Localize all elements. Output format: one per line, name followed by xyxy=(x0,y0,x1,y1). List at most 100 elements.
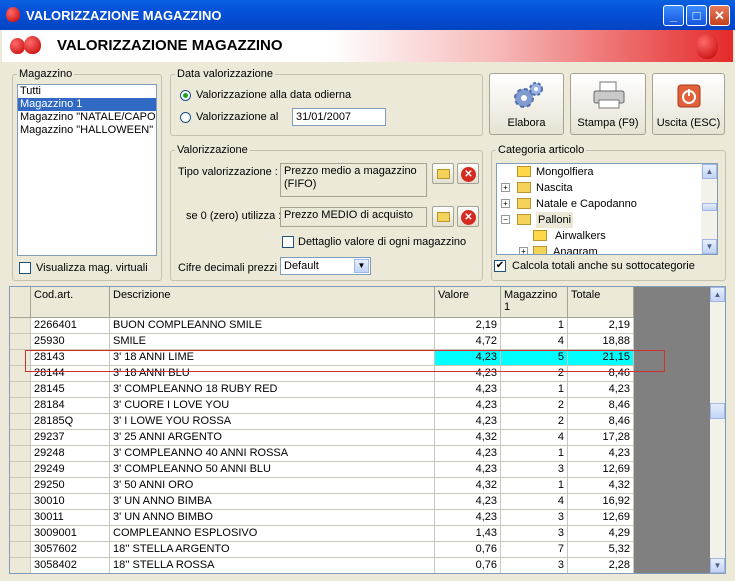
scroll-up-icon[interactable]: ▲ xyxy=(710,287,725,302)
row-indicator[interactable] xyxy=(10,414,31,430)
row-indicator[interactable] xyxy=(10,510,31,526)
row-indicator[interactable] xyxy=(10,398,31,414)
cell-desc: BUON COMPLEANNO SMILE xyxy=(110,318,435,334)
list-item[interactable]: Magazzino 1 xyxy=(18,98,156,111)
cell-totale: 17,28 xyxy=(568,430,634,446)
expand-icon[interactable]: + xyxy=(519,247,528,254)
scroll-thumb[interactable] xyxy=(702,203,717,211)
minimize-button[interactable]: _ xyxy=(663,5,684,26)
cell-qty: 4 xyxy=(501,494,568,510)
expand-icon[interactable]: + xyxy=(501,199,510,208)
cifre-select[interactable]: Default ▼ xyxy=(280,257,371,275)
data-val-legend: Data valorizzazione xyxy=(177,68,273,80)
date-input[interactable]: 31/01/2007 xyxy=(292,108,386,126)
radio-today[interactable] xyxy=(180,90,191,101)
balloon-icon xyxy=(533,230,547,241)
tree-scrollbar[interactable]: ▲ ▼ xyxy=(701,164,717,254)
page-title: VALORIZZAZIONE MAGAZZINO xyxy=(57,37,283,54)
scroll-down-icon[interactable]: ▼ xyxy=(710,558,725,573)
virtual-checkbox[interactable] xyxy=(19,262,31,274)
grid-empty-area xyxy=(634,287,710,573)
data-grid[interactable]: Cod.art. Descrizione Valore Magazzino 1 … xyxy=(9,286,726,574)
list-item[interactable]: Magazzino "NATALE/CAPO xyxy=(18,111,156,124)
delete-icon: ✕ xyxy=(461,210,476,225)
cell-valore: 4,32 xyxy=(435,478,501,494)
grid-scrollbar[interactable]: ▲ ▼ xyxy=(710,287,725,573)
column-header[interactable]: Totale xyxy=(568,287,634,318)
dettaglio-label: Dettaglio valore di ogni magazzino xyxy=(298,236,467,248)
cell-qty: 3 xyxy=(501,558,568,573)
scroll-up-icon[interactable]: ▲ xyxy=(702,164,717,179)
folder-icon xyxy=(437,169,450,179)
tree-item-label: Palloni xyxy=(536,212,574,228)
row-indicator[interactable] xyxy=(10,430,31,446)
cell-totale: 12,69 xyxy=(568,510,634,526)
row-indicator[interactable] xyxy=(10,318,31,334)
row-indicator[interactable] xyxy=(10,462,31,478)
cell-qty: 1 xyxy=(501,318,568,334)
zero-browse-button[interactable] xyxy=(432,206,454,227)
cell-valore: 4,23 xyxy=(435,382,501,398)
cell-qty: 2 xyxy=(501,414,568,430)
row-indicator[interactable] xyxy=(10,334,31,350)
categoria-tree[interactable]: Mongolfiera + Nascita + Natale e Capodan… xyxy=(496,163,718,255)
cell-valore: 4,23 xyxy=(435,414,501,430)
cell-code: 25930 xyxy=(31,334,110,350)
delete-icon: ✕ xyxy=(461,167,476,182)
cell-totale: 2,19 xyxy=(568,318,634,334)
cifre-select-value: Default xyxy=(284,260,319,272)
list-item[interactable]: Tutti xyxy=(18,85,156,98)
cell-valore: 4,23 xyxy=(435,494,501,510)
cell-code: 28184 xyxy=(31,398,110,414)
tipo-value-line: Prezzo medio a magazzino xyxy=(284,165,417,177)
scroll-thumb[interactable] xyxy=(710,403,725,419)
uscita-button[interactable]: Uscita (ESC) xyxy=(652,73,725,135)
close-button[interactable]: ✕ xyxy=(709,5,730,26)
maximize-button[interactable]: □ xyxy=(686,5,707,26)
tipo-clear-button[interactable]: ✕ xyxy=(457,163,479,184)
tipo-value: Prezzo medio a magazzino (FIFO) xyxy=(280,163,427,197)
stampa-button[interactable]: Stampa (F9) xyxy=(570,73,646,135)
dettaglio-checkbox[interactable] xyxy=(282,236,294,248)
cifre-label: Cifre decimali prezzi : xyxy=(178,262,284,274)
cell-code: 3009001 xyxy=(31,526,110,542)
row-indicator[interactable] xyxy=(10,382,31,398)
tree-item-label: Mongolfiera xyxy=(536,166,594,178)
cell-code: 2266401 xyxy=(31,318,110,334)
elabora-button[interactable]: Elabora xyxy=(489,73,564,135)
magazzino-list[interactable]: Tutti Magazzino 1 Magazzino "NATALE/CAPO… xyxy=(17,84,157,256)
cell-totale: 18,88 xyxy=(568,334,634,350)
zero-clear-button[interactable]: ✕ xyxy=(457,206,479,227)
column-header[interactable]: Valore xyxy=(435,287,501,318)
row-indicator[interactable] xyxy=(10,478,31,494)
tree-item-label: Anagram xyxy=(553,246,598,255)
chevron-down-icon[interactable]: ▼ xyxy=(354,259,369,273)
radio-at-date[interactable] xyxy=(180,112,191,123)
cell-totale: 5,32 xyxy=(568,542,634,558)
collapse-icon[interactable]: − xyxy=(501,215,510,224)
strawberry-icon xyxy=(10,38,25,54)
cell-valore: 4,23 xyxy=(435,462,501,478)
column-header[interactable]: Magazzino 1 xyxy=(501,287,568,318)
cell-qty: 4 xyxy=(501,334,568,350)
cell-code: 3058402 xyxy=(31,558,110,573)
cell-totale: 8,46 xyxy=(568,398,634,414)
column-header[interactable]: Cod.art. xyxy=(31,287,110,318)
list-item[interactable]: Magazzino "HALLOWEEN" xyxy=(18,124,156,137)
cell-code: 29249 xyxy=(31,462,110,478)
cell-code: 29248 xyxy=(31,446,110,462)
row-indicator[interactable] xyxy=(10,446,31,462)
row-indicator[interactable] xyxy=(10,558,31,573)
row-indicator[interactable] xyxy=(10,494,31,510)
cell-totale: 4,32 xyxy=(568,478,634,494)
row-indicator[interactable] xyxy=(10,542,31,558)
cell-totale: 4,23 xyxy=(568,446,634,462)
row-indicator[interactable] xyxy=(10,526,31,542)
tree-item-label: Natale e Capodanno xyxy=(536,198,637,210)
scroll-down-icon[interactable]: ▼ xyxy=(702,239,717,254)
column-header[interactable]: Descrizione xyxy=(110,287,435,318)
tipo-browse-button[interactable] xyxy=(432,163,454,184)
expand-icon[interactable]: + xyxy=(501,183,510,192)
calc-checkbox[interactable]: ✔ xyxy=(494,260,506,272)
cell-code: 30011 xyxy=(31,510,110,526)
